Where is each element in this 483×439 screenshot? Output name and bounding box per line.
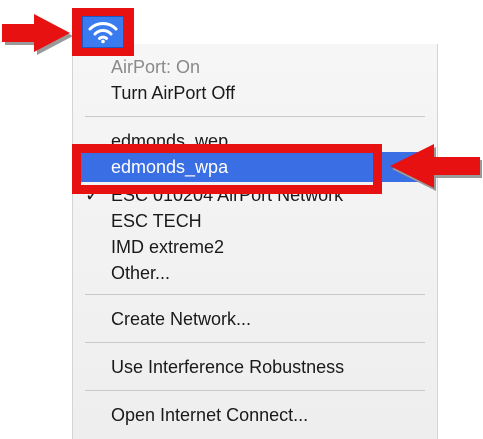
menu-item-other-network[interactable]: Other... [73, 260, 437, 286]
screenshot-stage: AirPort: On Turn AirPort Off edmonds_wep… [0, 0, 483, 439]
selected-network-highlight-frame [72, 144, 382, 194]
red-arrow-icon [2, 14, 73, 55]
wifi-status-button[interactable] [72, 8, 134, 56]
menu-item-airport-status: AirPort: On [111, 57, 201, 77]
menu-divider [85, 390, 425, 391]
menu-item-turn-airport-off[interactable]: Turn AirPort Off [73, 80, 437, 106]
menu-item-network-esc-tech[interactable]: ESC TECH [73, 208, 437, 234]
menu-item-interference-robustness[interactable]: Use Interference Robustness [73, 354, 437, 380]
red-arrow-icon [390, 144, 482, 191]
airport-menu: AirPort: On Turn AirPort Off edmonds_wep… [72, 44, 438, 439]
menu-item-open-internet-connect[interactable]: Open Internet Connect... [73, 402, 437, 428]
menu-item-network-imd-extreme2[interactable]: IMD extreme2 [73, 234, 437, 260]
wifi-icon-tile [82, 16, 124, 48]
menu-item-create-network[interactable]: Create Network... [73, 306, 437, 332]
menu-divider [85, 116, 425, 117]
menu-divider [85, 294, 425, 295]
menu-divider [85, 342, 425, 343]
wifi-icon [88, 22, 118, 44]
